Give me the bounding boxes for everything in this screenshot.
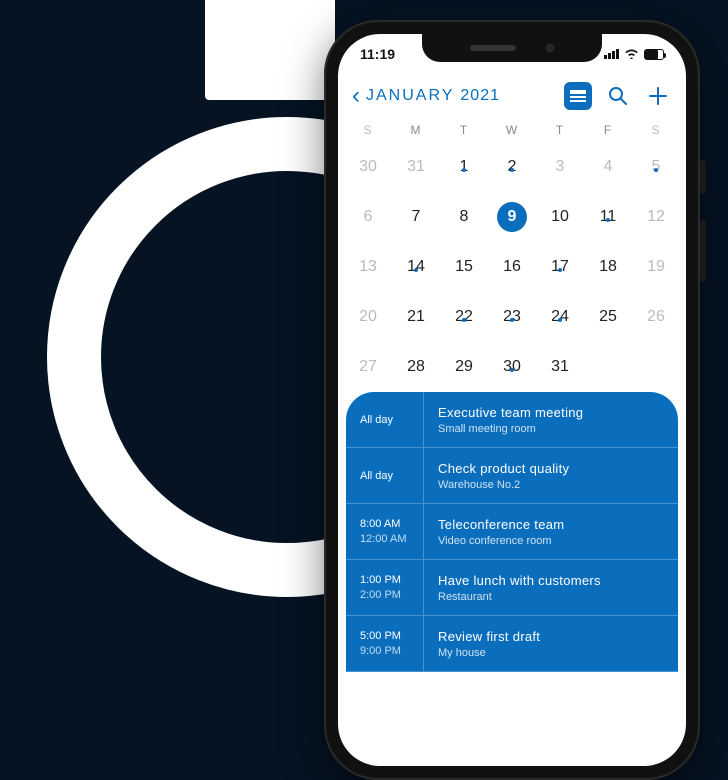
date-cell[interactable]: 12 xyxy=(632,208,680,226)
side-button xyxy=(700,220,706,282)
date-cell[interactable]: 27 xyxy=(344,358,392,376)
event-row[interactable]: 5:00 PM9:00 PM Review first draft My house xyxy=(346,616,678,672)
date-cell[interactable]: 30 xyxy=(344,158,392,176)
date-cell[interactable]: 21 xyxy=(392,308,440,326)
chevron-left-icon: ‹ xyxy=(352,82,360,110)
date-cell[interactable]: 17 xyxy=(536,258,584,276)
event-body: Executive team meeting Small meeting room xyxy=(424,392,597,447)
date-cell[interactable]: 23 xyxy=(488,308,536,326)
date-cell[interactable]: 31 xyxy=(536,358,584,376)
nav-year: 2021 xyxy=(460,87,500,105)
status-time: 11:19 xyxy=(360,46,420,62)
date-cell[interactable]: 22 xyxy=(440,308,488,326)
event-body: Have lunch with customers Restaurant xyxy=(424,560,615,615)
date-cell[interactable]: 2 xyxy=(488,158,536,176)
event-location: Video conference room xyxy=(438,535,564,547)
event-dot-icon xyxy=(654,168,658,172)
event-time: All day xyxy=(346,448,424,503)
date-cell[interactable]: 16 xyxy=(488,258,536,276)
weekday-label: M xyxy=(392,123,440,137)
speaker xyxy=(470,45,516,51)
weekday-label: S xyxy=(344,123,392,137)
event-title: Have lunch with customers xyxy=(438,573,601,588)
date-cell[interactable]: 1 xyxy=(440,158,488,176)
event-title: Executive team meeting xyxy=(438,405,583,420)
date-cell[interactable]: 13 xyxy=(344,258,392,276)
view-toggle-button[interactable] xyxy=(564,82,592,110)
date-cell[interactable]: 31 xyxy=(392,158,440,176)
date-cell[interactable]: 9 xyxy=(488,202,536,232)
phone-notch xyxy=(422,34,602,62)
date-cell[interactable]: 18 xyxy=(584,258,632,276)
event-time: 8:00 AM12:00 AM xyxy=(346,504,424,559)
event-dot-icon xyxy=(462,168,466,172)
event-location: My house xyxy=(438,647,540,659)
event-body: Check product quality Warehouse No.2 xyxy=(424,448,583,503)
event-dot-icon xyxy=(510,318,514,322)
date-cell[interactable]: 10 xyxy=(536,208,584,226)
status-icons xyxy=(604,46,664,62)
nav-month: JANUARY xyxy=(366,87,454,105)
event-dot-icon xyxy=(414,268,418,272)
date-cell[interactable]: 24 xyxy=(536,308,584,326)
event-dot-icon xyxy=(606,218,610,222)
date-cell[interactable]: 4 xyxy=(584,158,632,176)
calendar-nav: ‹ JANUARY 2021 xyxy=(338,74,686,118)
event-dot-icon xyxy=(558,268,562,272)
date-cell[interactable]: 7 xyxy=(392,208,440,226)
date-cell[interactable]: 29 xyxy=(440,358,488,376)
camera-dot xyxy=(546,44,554,52)
date-cell[interactable]: 26 xyxy=(632,308,680,326)
date-cell[interactable]: 8 xyxy=(440,208,488,226)
side-button xyxy=(700,160,706,194)
event-time: 1:00 PM2:00 PM xyxy=(346,560,424,615)
background-square xyxy=(205,0,335,100)
date-cell[interactable]: 14 xyxy=(392,258,440,276)
event-location: Warehouse No.2 xyxy=(438,479,569,491)
event-body: Teleconference team Video conference room xyxy=(424,504,578,559)
date-cell[interactable]: 25 xyxy=(584,308,632,326)
event-row[interactable]: 1:00 PM2:00 PM Have lunch with customers R… xyxy=(346,560,678,616)
date-cell[interactable]: 11 xyxy=(584,208,632,226)
date-cell[interactable]: 6 xyxy=(344,208,392,226)
battery-icon xyxy=(644,49,664,60)
event-location: Small meeting room xyxy=(438,423,583,435)
event-dot-icon xyxy=(510,168,514,172)
date-cell[interactable]: 19 xyxy=(632,258,680,276)
event-time: All day xyxy=(346,392,424,447)
event-title: Review first draft xyxy=(438,629,540,644)
search-button[interactable] xyxy=(604,82,632,110)
event-body: Review first draft My house xyxy=(424,616,554,671)
weekday-label: S xyxy=(632,123,680,137)
event-row[interactable]: All day Check product quality Warehouse No… xyxy=(346,448,678,504)
event-dot-icon xyxy=(558,318,562,322)
add-button[interactable] xyxy=(644,82,672,110)
weekday-label: T xyxy=(536,123,584,137)
weekday-label: W xyxy=(488,123,536,137)
date-cell[interactable]: 28 xyxy=(392,358,440,376)
event-dot-icon xyxy=(510,368,514,372)
phone-screen: 11:19 ‹ JANUARY 2021 xyxy=(338,34,686,766)
event-row[interactable]: 8:00 AM12:00 AM Teleconference team Video … xyxy=(346,504,678,560)
event-dot-icon xyxy=(462,318,466,322)
wifi-icon xyxy=(624,46,639,62)
phone-frame: 11:19 ‹ JANUARY 2021 xyxy=(324,20,700,780)
calendar-grid: 3031123456789101112131415161718192021222… xyxy=(338,142,686,392)
date-cell[interactable]: 5 xyxy=(632,158,680,176)
event-title: Check product quality xyxy=(438,461,569,476)
event-time: 5:00 PM9:00 PM xyxy=(346,616,424,671)
date-cell[interactable]: 20 xyxy=(344,308,392,326)
weekday-label: F xyxy=(584,123,632,137)
date-cell[interactable]: 15 xyxy=(440,258,488,276)
weekday-label: T xyxy=(440,123,488,137)
weekday-header: SMTWTFS xyxy=(338,118,686,142)
back-button[interactable]: ‹ JANUARY 2021 xyxy=(352,82,500,110)
signal-icon xyxy=(604,49,619,59)
event-title: Teleconference team xyxy=(438,517,564,532)
date-cell[interactable]: 30 xyxy=(488,358,536,376)
date-cell[interactable]: 3 xyxy=(536,158,584,176)
event-location: Restaurant xyxy=(438,591,601,603)
events-panel: All day Executive team meeting Small meeti… xyxy=(346,392,678,672)
event-row[interactable]: All day Executive team meeting Small meeti… xyxy=(346,392,678,448)
